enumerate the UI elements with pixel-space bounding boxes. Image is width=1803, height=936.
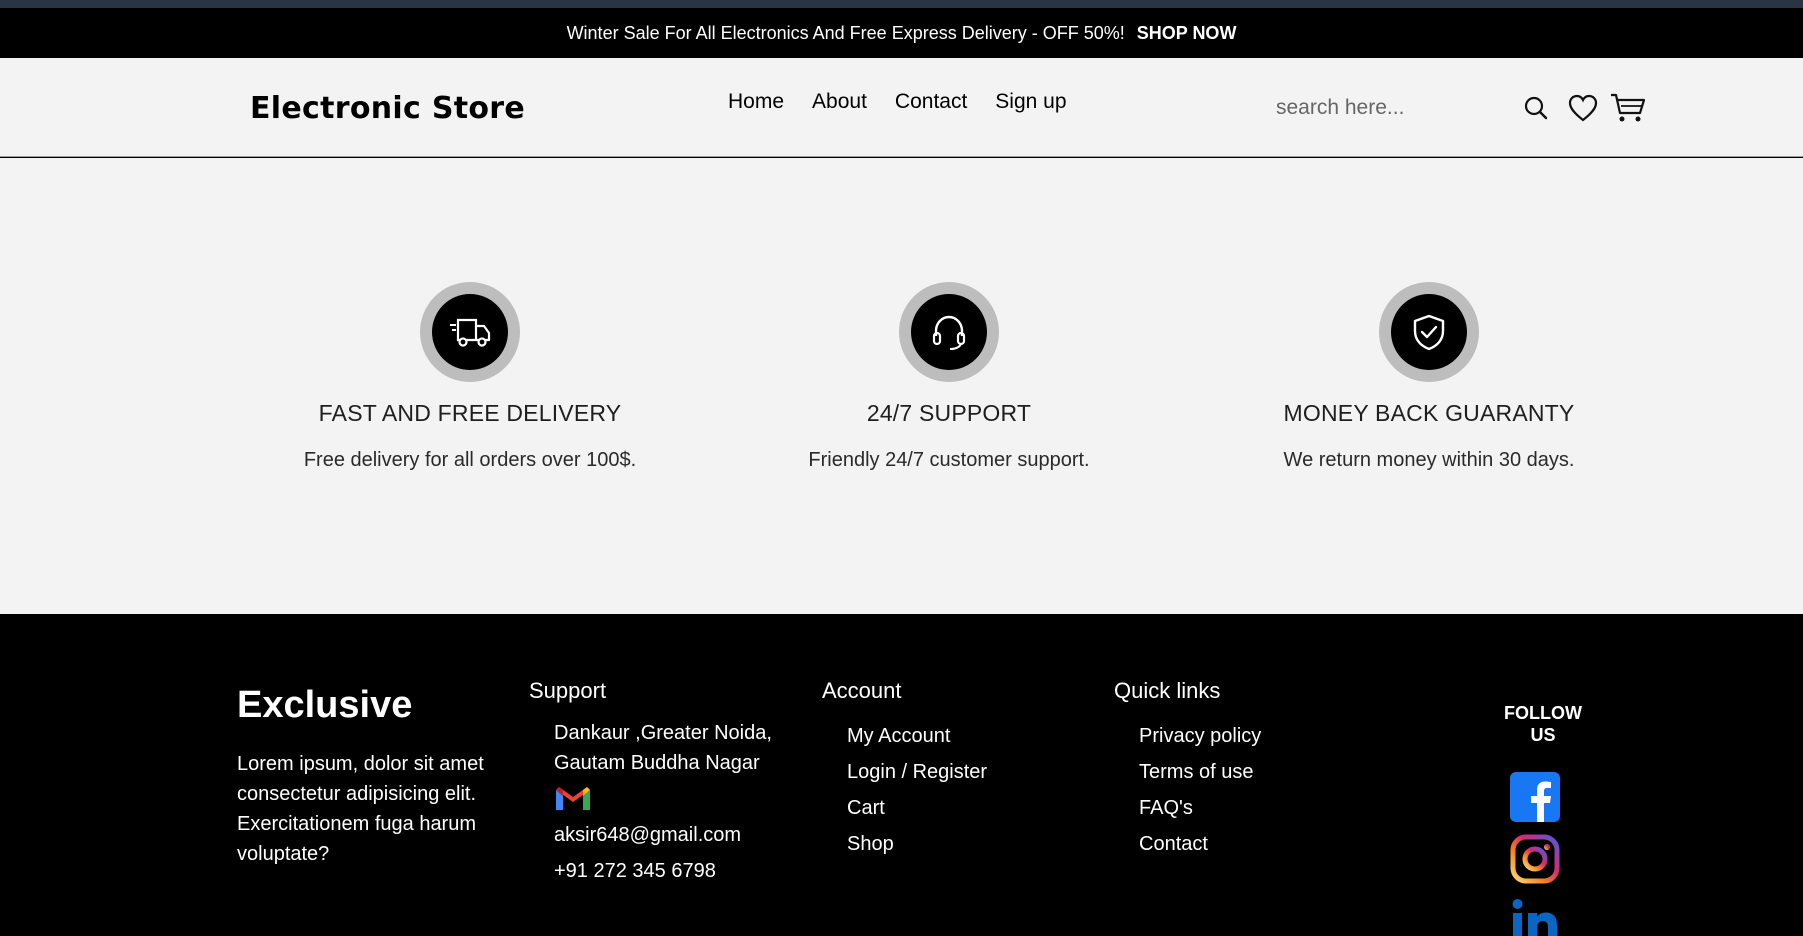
promo-text: Winter Sale For All Electronics And Free… [566,22,1125,43]
promo-banner: Winter Sale For All Electronics And Free… [0,8,1803,58]
footer-account-col: Account My Account Login / Register Cart… [822,614,987,862]
search-icon[interactable] [1518,90,1554,126]
link-login-register[interactable]: Login / Register [847,761,987,783]
feature-desc: Free delivery for all orders over 100$. [303,449,637,471]
link-faqs[interactable]: FAQ's [1139,797,1193,819]
quick-links: Privacy policy Terms of use FAQ's Contac… [1114,718,1261,862]
follow-us-label: FOLLOW US [1503,702,1583,746]
link-privacy-policy[interactable]: Privacy policy [1139,725,1261,747]
footer-support-col: Support Dankaur ,Greater Noida, Gautam B… [529,614,772,886]
feature-title: FAST AND FREE DELIVERY [318,400,622,426]
linkedin-icon[interactable] [1510,896,1560,936]
cart-icon[interactable] [1610,90,1646,126]
quick-links-heading: Quick links [1114,678,1221,703]
headset-icon [911,294,987,370]
follow-label-line2: US [1530,725,1556,745]
browser-top-strip [0,0,1803,8]
features-section: FAST AND FREE DELIVERY Free delivery for… [0,158,1803,614]
feature-support: 24/7 SUPPORT Friendly 24/7 customer supp… [739,282,1159,472]
account-links: My Account Login / Register Cart Shop [822,718,987,862]
link-contact[interactable]: Contact [1139,833,1208,855]
follow-label-line1: FOLLOW [1504,703,1582,723]
link-my-account[interactable]: My Account [847,725,950,747]
main-nav: Home About Contact Sign up [728,90,1067,114]
shop-now-link[interactable]: SHOP NOW [1137,23,1237,44]
nav-contact[interactable]: Contact [895,90,967,114]
feature-icon-ring [899,282,999,382]
nav-about[interactable]: About [812,90,867,114]
site-footer: Exclusive Lorem ipsum, dolor sit amet co… [0,614,1803,936]
link-cart[interactable]: Cart [847,797,885,819]
nav-signup[interactable]: Sign up [995,90,1066,114]
facebook-icon[interactable] [1510,772,1560,822]
header-navbar: Electronic Store Home About Contact Sign… [0,58,1803,157]
footer-brand-col: Exclusive Lorem ipsum, dolor sit amet co… [237,614,497,869]
support-email[interactable]: aksir648@gmail.com [554,820,772,850]
feature-desc: We return money within 30 days. [1283,449,1575,471]
footer-description: Lorem ipsum, dolor sit amet consectetur … [237,753,484,865]
feature-delivery: FAST AND FREE DELIVERY Free delivery for… [260,282,680,472]
link-shop[interactable]: Shop [847,833,894,855]
feature-desc: Friendly 24/7 customer support. [808,449,1090,471]
feature-icon-ring [420,282,520,382]
support-address-line1: Dankaur ,Greater Noida, [554,722,772,744]
delivery-truck-icon [432,294,508,370]
feature-icon-ring [1379,282,1479,382]
gmail-icon [554,784,772,814]
nav-home[interactable]: Home [728,90,784,114]
support-heading: Support [529,678,607,703]
feature-money-back: MONEY BACK GUARANTY We return money with… [1219,282,1639,472]
search-input[interactable] [1262,86,1552,130]
link-terms-of-use[interactable]: Terms of use [1139,761,1253,783]
heart-icon[interactable] [1565,90,1601,126]
feature-title: MONEY BACK GUARANTY [1283,400,1575,426]
shield-check-icon [1391,294,1467,370]
brand-logo[interactable]: Electronic Store [250,91,525,126]
support-address-line2: Gautam Buddha Nagar [554,752,760,774]
feature-title: 24/7 SUPPORT [866,400,1032,426]
footer-quick-links-col: Quick links Privacy policy Terms of use … [1114,614,1261,862]
support-phone[interactable]: +91 272 345 6798 [554,856,772,886]
instagram-icon[interactable] [1510,834,1560,884]
account-heading: Account [822,678,902,703]
footer-brand: Exclusive [237,684,413,726]
